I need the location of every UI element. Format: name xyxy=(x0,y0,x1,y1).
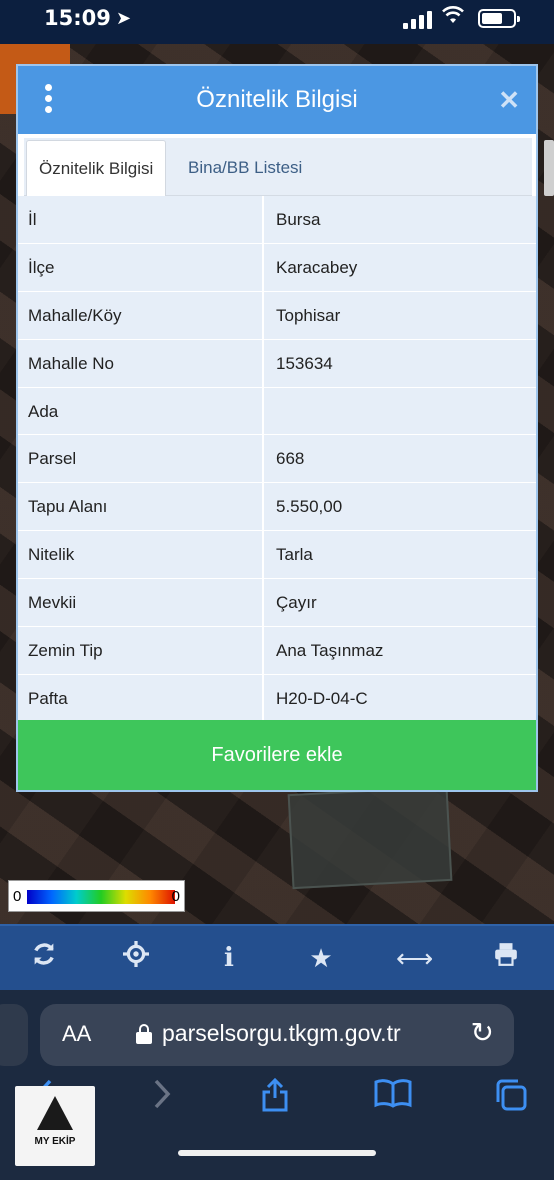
url-text[interactable]: parselsorgu.tkgm.gov.tr xyxy=(162,1020,401,1047)
close-icon[interactable]: ✕ xyxy=(498,85,520,116)
scrollbar[interactable] xyxy=(544,140,554,196)
row-label: Mahalle/Köy xyxy=(18,291,264,339)
star-icon[interactable]: ★ xyxy=(303,940,339,976)
status-bar: 15:09 ➤ xyxy=(0,0,554,44)
row-value xyxy=(264,388,536,435)
attribute-dialog: Öznitelik Bilgisi ✕ Öznitelik Bilgisi Bi… xyxy=(16,64,538,792)
location-arrow-icon: ➤ xyxy=(116,8,132,28)
reload-icon[interactable]: ↻ xyxy=(471,1016,494,1049)
row-value: Tophisar xyxy=(276,305,341,325)
dialog-tabs: Öznitelik Bilgisi Bina/BB Listesi xyxy=(24,138,532,196)
row-value: Tarla xyxy=(276,545,313,565)
map-parcel-shape xyxy=(287,785,453,890)
table-row: Mahalle/Köy Tophisar xyxy=(18,291,536,340)
status-time: 15:09 xyxy=(44,6,111,30)
dialog-title: Öznitelik Bilgisi xyxy=(196,86,358,113)
table-row: Mevkii Çayır xyxy=(18,579,536,628)
cellular-signal-icon xyxy=(403,11,435,29)
lock-icon xyxy=(136,1024,152,1044)
map-toolbar: i ★ ⟷ xyxy=(0,924,554,990)
logo-mark-icon xyxy=(37,1096,73,1130)
tab-attribute-info[interactable]: Öznitelik Bilgisi xyxy=(26,140,167,196)
add-to-favorites-button[interactable]: Favorilere ekle xyxy=(18,720,536,790)
tabs-icon[interactable] xyxy=(494,1078,528,1120)
row-value: 153634 xyxy=(276,353,333,373)
row-label: Mahalle No xyxy=(18,339,264,387)
print-icon[interactable] xyxy=(488,940,524,976)
legend-gradient-bar xyxy=(27,890,175,904)
wifi-icon xyxy=(441,5,465,31)
logo-text: MY EKİP xyxy=(34,1136,76,1147)
row-value: Çayır xyxy=(276,593,317,613)
legend-max-label: 0 xyxy=(171,888,180,905)
row-value: 5.550,00 xyxy=(276,497,343,517)
color-legend: 0 0 xyxy=(8,880,185,912)
table-row: Nitelik Tarla xyxy=(18,531,536,580)
attribute-table: İl Bursa İlçe Karacabey Mahalle/Köy Toph… xyxy=(18,196,536,723)
tab-building-list[interactable]: Bina/BB Listesi xyxy=(176,140,314,196)
row-label: Pafta xyxy=(18,674,264,722)
watermark-logo: MY EKİP xyxy=(15,1086,95,1166)
reader-settings-button[interactable]: AA xyxy=(62,1021,91,1047)
legend-min-label: 0 xyxy=(13,888,22,905)
dialog-header: Öznitelik Bilgisi ✕ xyxy=(18,66,536,134)
row-label: Tapu Alanı xyxy=(18,483,264,531)
row-label: Mevkii xyxy=(18,579,264,627)
info-icon[interactable]: i xyxy=(211,940,247,976)
row-value: Bursa xyxy=(276,210,321,229)
row-label: İlçe xyxy=(18,243,264,291)
home-indicator[interactable] xyxy=(178,1150,376,1156)
row-value: 668 xyxy=(276,449,305,469)
row-value: Ana Taşınmaz xyxy=(276,641,384,661)
table-row: Tapu Alanı 5.550,00 xyxy=(18,483,536,532)
row-label: Zemin Tip xyxy=(18,627,264,674)
row-label: Nitelik xyxy=(18,531,264,579)
table-row: Zemin Tip Ana Taşınmaz xyxy=(18,627,536,675)
row-value: H20-D-04-C xyxy=(276,688,368,708)
battery-icon xyxy=(478,9,520,28)
row-label: Parsel xyxy=(18,435,264,483)
refresh-icon[interactable] xyxy=(26,940,62,976)
table-row: Parsel 668 xyxy=(18,435,536,484)
locate-icon[interactable] xyxy=(118,940,154,976)
table-row: Ada xyxy=(18,387,536,436)
forward-icon[interactable] xyxy=(152,1078,172,1118)
previous-tab-stub[interactable] xyxy=(0,1004,28,1066)
table-row: Mahalle No 153634 xyxy=(18,339,536,388)
table-row: Pafta H20-D-04-C xyxy=(18,674,536,723)
row-value: Karacabey xyxy=(276,257,358,277)
measure-icon[interactable]: ⟷ xyxy=(396,940,433,976)
row-label: İl xyxy=(18,196,264,243)
bookmarks-icon[interactable] xyxy=(374,1078,412,1116)
share-icon[interactable] xyxy=(260,1077,290,1120)
address-bar[interactable]: AA parselsorgu.tkgm.gov.tr ↻ xyxy=(40,1004,514,1066)
table-row: İl Bursa xyxy=(18,196,536,244)
table-row: İlçe Karacabey xyxy=(18,243,536,292)
row-label: Ada xyxy=(18,387,264,435)
